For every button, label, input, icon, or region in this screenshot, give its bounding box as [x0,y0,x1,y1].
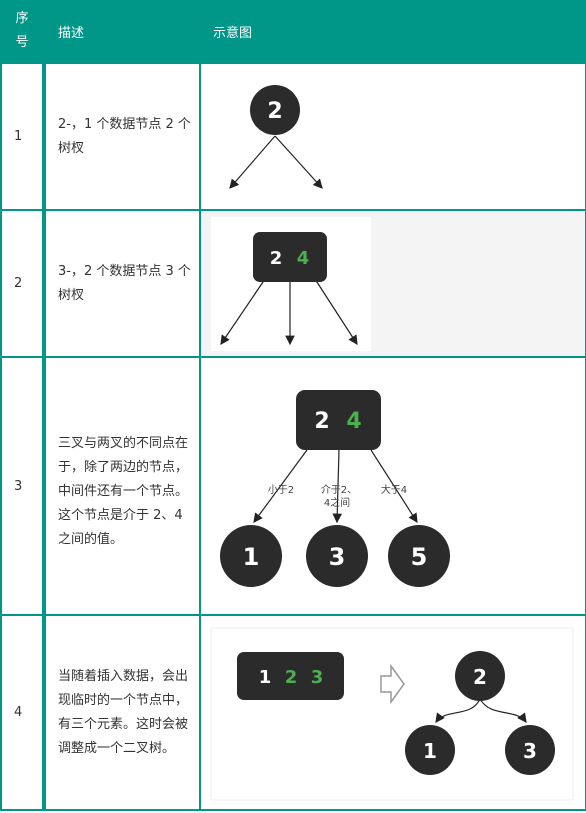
row-2-diagram: 2 4 [201,211,585,356]
row-3-index: 3 [2,358,42,614]
row-2-description: 3-，2 个数据节点 3 个树杈 [46,211,199,356]
row-4-diagram: 1 2 3 2 1 3 [201,616,585,809]
edge-label-middle-line-1: 介于2、 [321,484,357,496]
child-node-1-label: 1 [243,543,260,571]
row-1-diagram: 2 [201,64,585,209]
three-child-tree-diagram: 2 4 小于2 介于2、 4之间 大于4 1 3 5 [220,390,450,587]
row-4-description: 当随着插入数据，会出现临时的一个节点中，有三个元素。这时会被调整成一个二叉树。 [46,616,199,809]
overflow-key-2: 2 [285,667,298,688]
row-1-index: 1 [2,64,42,209]
header-description: 描述 [58,25,85,41]
parent-key-1: 2 [314,409,329,434]
root-node-label: 2 [473,665,487,689]
row-3-description: 三叉与两叉的不同点在于，除了两边的节点，中间件还有一个节点。这个节点是介于 2、… [46,358,199,614]
header-index: 序 号 [15,11,29,50]
node-key-2: 4 [297,248,310,269]
edge-label-right: 大于4 [381,483,407,496]
edge-label-middle-line-2: 4之间 [324,496,350,509]
right-child-label: 3 [523,739,537,763]
right-branch-arrow [274,135,323,189]
left-branch-arrow [229,135,276,189]
row-4-index: 4 [2,616,42,809]
parent-key-2: 4 [346,409,361,434]
left-child-label: 1 [423,739,437,763]
three-branch-diagram: 2 4 [211,217,371,351]
edge-label-left: 小于2 [268,484,294,496]
overflow-key-1: 1 [259,667,272,688]
parent-node [296,390,381,450]
child-node-3-label: 5 [411,543,428,571]
split-to-binary-tree-diagram: 1 2 3 2 1 3 [210,627,574,801]
row-2-index: 2 [2,211,42,356]
node-key-1: 2 [270,248,283,269]
two-node-diagram: 2 [229,85,323,189]
overflow-key-3: 3 [311,667,324,688]
header-diagram: 示意图 [213,25,253,41]
tree-node-label: 2 [267,99,282,124]
tree-node [253,232,327,282]
row-1-description: 2-，1 个数据节点 2 个树杈 [46,64,199,209]
child-node-2-label: 3 [329,543,346,571]
row-3-diagram: 2 4 小于2 介于2、 4之间 大于4 1 3 5 [201,358,585,614]
comparison-table: 序 号 描述 示意图 1 2-，1 个数据节点 2 个树杈 2 2 3-，2 个… [0,0,586,811]
